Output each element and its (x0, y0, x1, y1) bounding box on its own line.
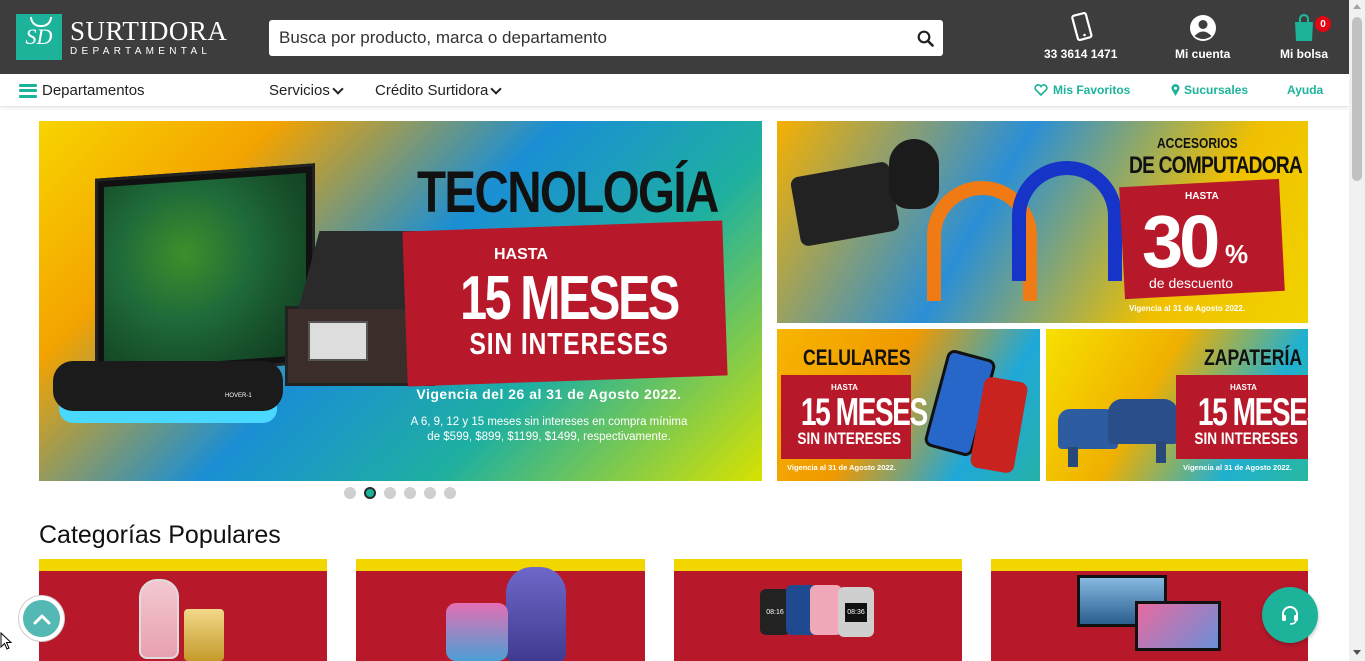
sandals-image (1058, 369, 1178, 467)
accessories-vigencia: Vigencia al 31 de Agosto 2022. (1129, 304, 1246, 313)
watch-silver-image: 08:36 (838, 587, 874, 637)
webcam-image (789, 160, 901, 248)
help-link[interactable]: Ayuda (1287, 83, 1323, 97)
bag-count-badge: 0 (1315, 16, 1331, 32)
scroll-up-arrow-icon[interactable] (1353, 4, 1361, 9)
watch-time-2: 08:36 (845, 602, 867, 622)
logo[interactable]: SD SURTIDORA DEPARTAMENTAL (16, 14, 227, 60)
services-menu[interactable]: Servicios (269, 82, 344, 99)
logo-initials: SD (25, 24, 53, 49)
chevron-down-icon (490, 82, 503, 95)
carousel-dot[interactable] (364, 487, 376, 499)
search-input[interactable] (269, 20, 907, 56)
accessories-percentage: 30 (1142, 200, 1220, 283)
scrollbar-thumb[interactable] (1352, 17, 1362, 181)
phones-vigencia: Vigencia al 31 de Agosto 2022. (787, 463, 896, 472)
banner-title: TECNOLOGÍA (417, 160, 719, 225)
banner-hasta: HASTA (494, 246, 548, 263)
phone-icon (1070, 12, 1093, 42)
banner-accessories[interactable]: ACCESORIOS DE COMPUTADORA HASTA 30 % de … (777, 121, 1308, 323)
carousel-dots (344, 487, 456, 499)
user-icon (1189, 15, 1216, 41)
backpack-image (506, 567, 566, 661)
departments-label: Departamentos (42, 82, 145, 99)
carousel-dot[interactable] (404, 487, 416, 499)
nav-bar: Departamentos Servicios Crédito Surtidor… (0, 74, 1349, 107)
banner-phones[interactable]: CELULARES HASTA 15 MESES SIN INTERESES V… (777, 329, 1040, 481)
map-pin-icon (1171, 84, 1180, 96)
headset-icon (1282, 606, 1298, 625)
credit-menu[interactable]: Crédito Surtidora (375, 82, 503, 99)
carousel-dot[interactable] (344, 487, 356, 499)
banner-sub-text: SIN INTERESES (469, 326, 669, 361)
category-card-backpacks[interactable] (356, 559, 645, 661)
page-scrollbar[interactable] (1349, 0, 1365, 661)
heart-icon (1034, 84, 1048, 96)
banner-shoes[interactable]: ZAPATERÍA HASTA 15 MESES SIN INTERESES V… (1046, 329, 1308, 481)
top-header: SD SURTIDORA DEPARTAMENTAL 33 3614 1471 … (0, 0, 1349, 74)
mouse-cursor-icon (0, 632, 12, 650)
category-card-perfumes[interactable] (39, 559, 327, 661)
carousel-dot[interactable] (384, 487, 396, 499)
help-label: Ayuda (1287, 83, 1324, 97)
shopping-bag-icon (1295, 14, 1313, 41)
carousel-dot[interactable] (424, 487, 436, 499)
accessories-percent-sign: % (1225, 239, 1249, 269)
scroll-to-top-button[interactable] (19, 596, 64, 641)
phones-title: CELULARES (803, 345, 911, 370)
search-bar (269, 20, 943, 56)
banner-note-2: de $599, $899, $1199, $1499, respectivam… (427, 431, 671, 443)
hoverboard-brand: HOVER-1 (225, 393, 252, 399)
section-title: Categorías Populares (39, 521, 281, 549)
accessories-title-1: ACCESORIOS (1157, 135, 1238, 152)
banner-note-1: A 6, 9, 12 y 15 meses sin intereses en c… (410, 416, 688, 428)
branches-link[interactable]: Sucursales (1171, 83, 1248, 97)
bag-link[interactable]: 0 Mi bolsa (1280, 12, 1331, 61)
logo-subtitle: DEPARTAMENTAL (70, 45, 212, 57)
chevron-up-icon (33, 614, 50, 624)
credit-label: Crédito Surtidora (375, 82, 489, 99)
account-label: Mi cuenta (1175, 47, 1231, 61)
phone-link[interactable]: 33 3614 1471 (1044, 12, 1117, 61)
lunchbox-image (446, 603, 508, 661)
bag-label: Mi bolsa (1280, 47, 1329, 61)
page: SD SURTIDORA DEPARTAMENTAL 33 3614 1471 … (0, 0, 1365, 661)
tv-small-image (1135, 601, 1221, 651)
account-link[interactable]: Mi cuenta (1175, 12, 1230, 61)
hoverboard-image (53, 361, 283, 411)
shoes-sub-text: SIN INTERESES (1194, 429, 1298, 448)
hamburger-icon (19, 83, 37, 98)
banner-vigencia: Vigencia del 26 al 31 de Agosto 2022. (416, 386, 682, 402)
watch-time-1: 08:16 (766, 608, 784, 616)
category-card-smartwatches[interactable]: 08:16 08:36 (674, 559, 962, 661)
perfume-image (139, 579, 179, 659)
category-card-tvs[interactable] (991, 559, 1308, 661)
search-icon (917, 30, 934, 47)
scroll-down-arrow-icon[interactable] (1353, 650, 1361, 655)
carousel-dot[interactable] (444, 487, 456, 499)
logo-name: SURTIDORA (70, 15, 228, 46)
tv-image (95, 163, 315, 379)
branches-label: Sucursales (1184, 83, 1249, 97)
departments-menu[interactable]: Departamentos (19, 82, 145, 99)
chevron-down-icon (332, 82, 344, 95)
accessories-title-2: DE COMPUTADORA (1129, 152, 1303, 179)
banner-technology[interactable]: HOVER-1 TECNOLOGÍA HASTA 15 MESES SIN IN… (39, 121, 762, 481)
shoes-title: ZAPATERÍA (1204, 345, 1303, 370)
phone-number: 33 3614 1471 (1044, 47, 1118, 61)
favorites-link[interactable]: Mis Favoritos (1034, 83, 1130, 97)
headphones-blue-image (1012, 161, 1122, 281)
services-label: Servicios (269, 82, 330, 99)
accessories-description: de descuento (1149, 275, 1234, 291)
perfume-gold-image (184, 609, 224, 661)
banner-big-text: 15 MESES (460, 264, 680, 333)
mouse-image (889, 139, 939, 209)
favorites-label: Mis Favoritos (1053, 83, 1131, 97)
search-button[interactable] (907, 20, 943, 56)
phones-sub-text: SIN INTERESES (797, 429, 901, 448)
support-chat-button[interactable] (1262, 587, 1318, 643)
logo-mark: SD (16, 14, 62, 60)
shoes-vigencia: Vigencia al 31 de Agosto 2022. (1183, 463, 1292, 472)
